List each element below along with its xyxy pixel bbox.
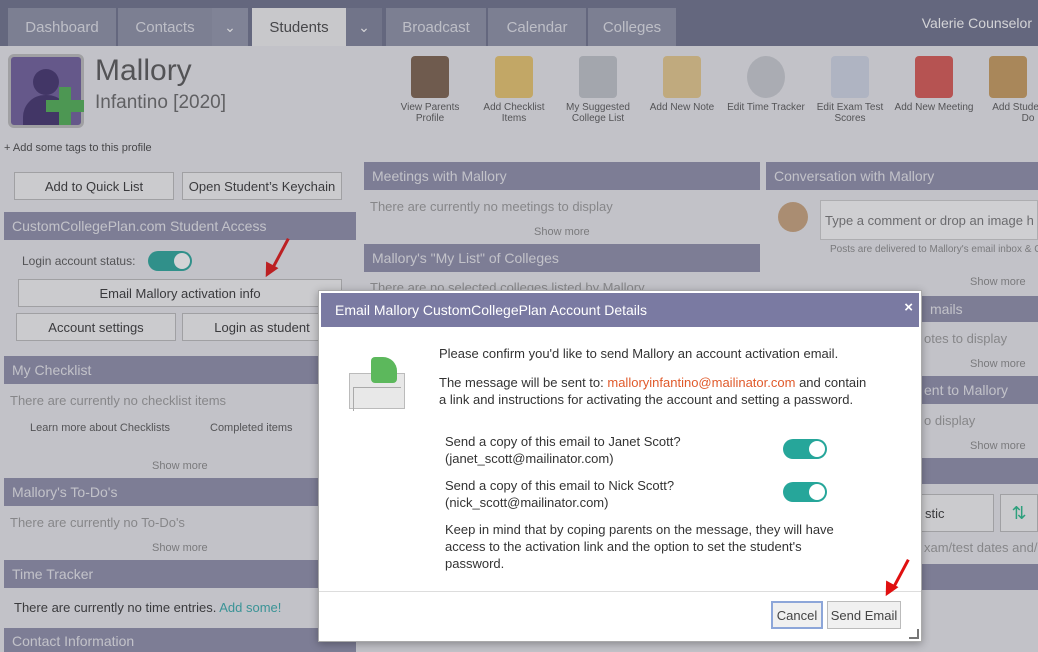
modal-divider xyxy=(319,591,921,592)
copy-nick-email: (nick_scott@mailinator.com) xyxy=(445,495,609,510)
cancel-button[interactable]: Cancel xyxy=(771,601,823,629)
send-email-icon xyxy=(349,357,407,411)
keep-in-mind-line2: access to the activation link and the op… xyxy=(445,539,802,554)
send-email-button[interactable]: Send Email xyxy=(827,601,901,629)
sent-to-line2: a link and instructions for activating t… xyxy=(439,392,854,407)
student-email: malloryinfantino@mailinator.com xyxy=(607,375,796,390)
copy-janet-email: (janet_scott@mailinator.com) xyxy=(445,451,614,466)
sent-to-post: and contain xyxy=(799,375,867,390)
modal-title-text: Email Mallory CustomCollegePlan Account … xyxy=(335,302,648,318)
sent-to-text: The message will be sent to: malloryinfa… xyxy=(439,374,866,391)
close-icon[interactable]: × xyxy=(904,299,913,316)
keep-in-mind-line1: Keep in mind that by coping parents on t… xyxy=(445,522,834,537)
copy-nick-label: Send a copy of this email to Nick Scott? xyxy=(445,478,675,493)
copy-nick-toggle[interactable] xyxy=(783,482,827,502)
copy-janet-label: Send a copy of this email to Janet Scott… xyxy=(445,434,681,449)
keep-in-mind-line3: password. xyxy=(445,556,505,571)
modal-title: Email Mallory CustomCollegePlan Account … xyxy=(321,293,919,327)
sent-to-pre: The message will be sent to: xyxy=(439,375,604,390)
confirm-text: Please confirm you'd like to send Mallor… xyxy=(439,346,839,361)
copy-janet-toggle[interactable] xyxy=(783,439,827,459)
email-account-details-modal: Email Mallory CustomCollegePlan Account … xyxy=(318,290,922,642)
resize-handle[interactable] xyxy=(909,629,919,639)
